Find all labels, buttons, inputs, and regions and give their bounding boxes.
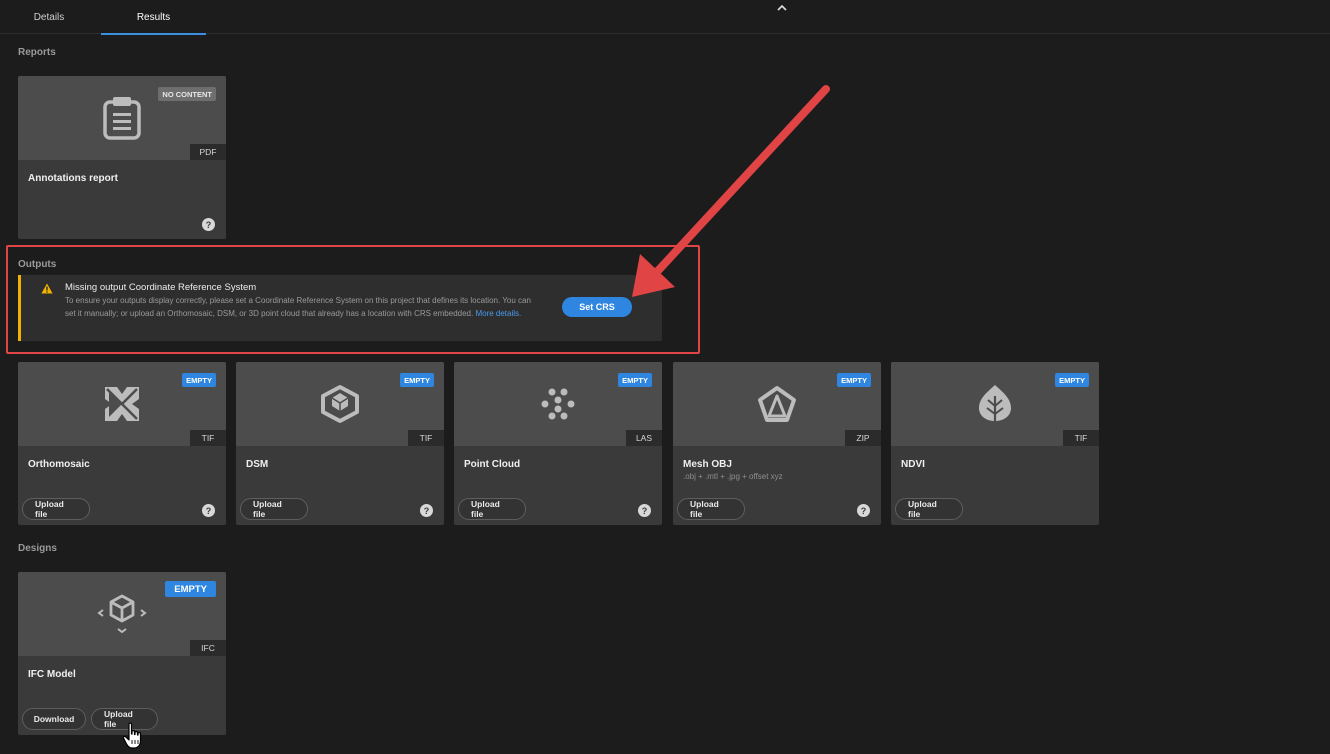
warning-icon [41,283,53,294]
help-icon[interactable]: ? [857,504,870,517]
annotations-report-card[interactable]: NO CONTENT PDF Annotations report ? [18,76,226,239]
upload-file-button[interactable]: Upload file [677,498,745,520]
hand-cursor-icon [122,722,142,749]
ifc-model-card[interactable]: EMPTY IFC IFC Model Download Upload file [18,572,226,735]
status-badge: EMPTY [618,373,652,387]
status-badge: EMPTY [400,373,434,387]
tab-details[interactable]: Details [0,0,98,34]
file-extension: TIF [408,430,444,446]
dsm-card[interactable]: EMPTY TIF DSM Upload file ? [236,362,444,525]
help-icon[interactable]: ? [638,504,651,517]
card-title: Orthomosaic [28,459,90,470]
file-extension: TIF [190,430,226,446]
point-cloud-icon [541,388,575,420]
file-extension: TIF [1063,430,1099,446]
mesh-icon [758,386,796,422]
ifc-cube-icon [97,594,147,634]
tab-bar: Details Results [0,0,1330,35]
status-badge: EMPTY [182,373,216,387]
card-title: Point Cloud [464,459,521,470]
tab-results[interactable]: Results [101,0,206,35]
more-details-link[interactable]: More details. [475,309,521,318]
banner-body: To ensure your outputs display correctly… [65,294,535,320]
designs-section-title: Designs [18,543,57,554]
orthomosaic-icon [105,387,139,421]
mesh-obj-card[interactable]: EMPTY ZIP Mesh OBJ .obj + .mtl + .jpg + … [673,362,881,525]
orthomosaic-card[interactable]: EMPTY TIF Orthomosaic Upload file ? [18,362,226,525]
banner-title: Missing output Coordinate Reference Syst… [65,282,257,293]
upload-file-button[interactable]: Upload file [458,498,526,520]
file-extension: ZIP [845,430,881,446]
download-button[interactable]: Download [22,708,86,730]
help-icon[interactable]: ? [420,504,433,517]
card-subtitle: .obj + .mtl + .jpg + offset xyz [683,472,783,481]
help-icon[interactable]: ? [202,504,215,517]
status-badge: EMPTY [165,581,216,597]
point-cloud-card[interactable]: EMPTY LAS Point Cloud Upload file ? [454,362,662,525]
set-crs-button[interactable]: Set CRS [562,297,632,317]
reports-section-title: Reports [18,47,56,58]
card-title: Annotations report [28,173,118,184]
clipboard-icon [103,97,141,140]
card-title: NDVI [901,459,925,470]
ndvi-card[interactable]: EMPTY TIF NDVI Upload file [891,362,1099,525]
status-badge: EMPTY [1055,373,1089,387]
file-extension: LAS [626,430,662,446]
upload-file-button[interactable]: Upload file [22,498,90,520]
dsm-icon [321,385,359,423]
crs-warning-banner: Missing output Coordinate Reference Syst… [18,275,662,341]
collapse-button[interactable] [772,0,792,14]
file-extension: IFC [190,640,226,656]
upload-file-button[interactable]: Upload file [240,498,308,520]
outputs-section-title: Outputs [18,259,57,270]
chevron-up-icon [777,4,787,11]
status-badge: EMPTY [837,373,871,387]
card-title: Mesh OBJ [683,459,732,470]
upload-file-button[interactable]: Upload file [895,498,963,520]
file-extension: PDF [190,144,226,160]
banner-text: To ensure your outputs display correctly… [65,296,531,318]
card-title: IFC Model [28,669,76,680]
help-icon[interactable]: ? [202,218,215,231]
status-badge: NO CONTENT [158,87,216,101]
leaf-icon [979,385,1011,424]
card-title: DSM [246,459,269,470]
